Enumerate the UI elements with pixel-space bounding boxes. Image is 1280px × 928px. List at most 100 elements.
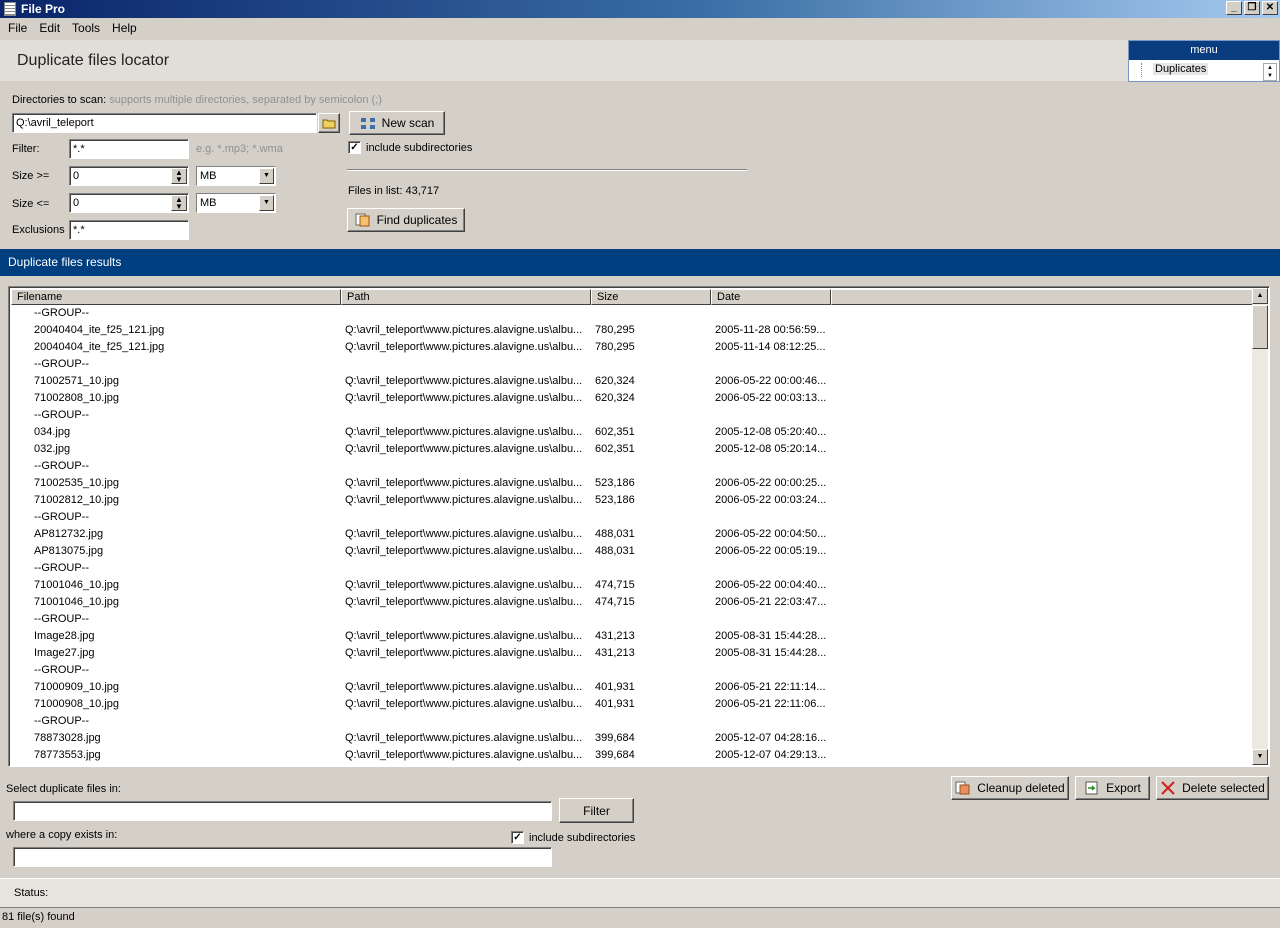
cleanup-deleted-button[interactable]: Cleanup deleted	[951, 776, 1069, 800]
group-separator-row[interactable]: --GROUP--	[11, 305, 1253, 322]
size-max-label: Size <=	[12, 198, 50, 210]
cell-filename: AP812732.jpg	[34, 528, 104, 540]
maximize-icon[interactable]: ❐	[1244, 1, 1260, 15]
cell-size: 602,351	[595, 426, 635, 438]
size-max-value: 0	[73, 197, 80, 209]
filter-input[interactable]	[69, 139, 189, 159]
cell-date: 2005-08-31 15:44:28...	[715, 647, 827, 659]
app-icon	[4, 2, 16, 16]
scroll-up-icon[interactable]: ▲	[1252, 288, 1268, 304]
menu-file[interactable]: File	[2, 21, 33, 35]
include-subdirectories-checkbox[interactable]: ✓	[348, 141, 361, 154]
find-duplicates-button[interactable]: Find duplicates	[347, 208, 465, 232]
folder-icon	[322, 119, 336, 129]
directories-label-text: Directories to scan:	[12, 94, 107, 106]
table-row[interactable]: AP812732.jpg Q:\avril_teleport\www.pictur…	[11, 526, 1253, 543]
close-icon[interactable]: ✕	[1262, 1, 1278, 15]
size-min-value: 0	[73, 170, 80, 182]
copy-exists-input[interactable]	[13, 847, 552, 867]
minimize-icon[interactable]: _	[1226, 1, 1242, 15]
table-row[interactable]: 71002812_10.jpg Q:\avril_teleport\www.pic…	[11, 492, 1253, 509]
table-row[interactable]: 71002571_10.jpg Q:\avril_teleport\www.pic…	[11, 373, 1253, 390]
cell-filename: 78873028.jpg	[34, 732, 101, 744]
column-header-date[interactable]: Date	[711, 289, 831, 305]
size-min-input[interactable]: 0 ▲ ▼	[69, 166, 189, 186]
menu-edit[interactable]: Edit	[33, 21, 66, 35]
cell-filename: 20040404_ite_f25_121.jpg	[34, 341, 165, 353]
cell-path: Q:\avril_teleport\www.pictures.alavigne.…	[345, 647, 583, 659]
menu-tools[interactable]: Tools	[66, 21, 106, 35]
table-row[interactable]: Image27.jpg Q:\avril_teleport\www.picture…	[11, 645, 1253, 662]
table-row[interactable]: 71002535_10.jpg Q:\avril_teleport\www.pic…	[11, 475, 1253, 492]
scan-icon	[360, 118, 375, 129]
table-row[interactable]: AP813075.jpg Q:\avril_teleport\www.pictur…	[11, 543, 1253, 560]
new-scan-button[interactable]: New scan	[349, 111, 445, 135]
table-row[interactable]: 71001046_10.jpg Q:\avril_teleport\www.pic…	[11, 577, 1253, 594]
group-separator-row[interactable]: --GROUP--	[11, 509, 1253, 526]
group-separator-row[interactable]: --GROUP--	[11, 356, 1253, 373]
size-min-unit-select[interactable]: MB ▼	[196, 166, 276, 186]
status-label: Status:	[14, 887, 49, 899]
cell-size: 602,351	[595, 443, 635, 455]
cell-filename: --GROUP--	[34, 409, 89, 421]
cell-size: 474,715	[595, 579, 635, 591]
table-row[interactable]: 78873028.jpg Q:\avril_teleport\www.pictur…	[11, 730, 1253, 747]
results-column-headers: Filename Path Size Date	[11, 289, 1255, 305]
table-row[interactable]: 71000908_10.jpg Q:\avril_teleport\www.pic…	[11, 696, 1253, 713]
table-row[interactable]: 71000909_10.jpg Q:\avril_teleport\www.pic…	[11, 679, 1253, 696]
export-button[interactable]: Export	[1075, 776, 1150, 800]
chevron-down-icon[interactable]: ▼	[259, 195, 274, 211]
group-separator-row[interactable]: --GROUP--	[11, 560, 1253, 577]
selection-include-subdirectories-checkbox[interactable]: ✓	[511, 831, 524, 844]
cell-date: 2006-05-22 00:03:13...	[715, 392, 827, 404]
cell-filename: --GROUP--	[34, 460, 89, 472]
include-subdirectories-label: include subdirectories	[366, 142, 473, 154]
cell-path: Q:\avril_teleport\www.pictures.alavigne.…	[345, 545, 583, 557]
size-max-stepper[interactable]: ▲ ▼	[171, 195, 187, 211]
results-scrollbar[interactable]: ▲ ▼	[1252, 288, 1268, 765]
cell-filename: --GROUP--	[34, 715, 89, 727]
table-row[interactable]: 20040404_ite_f25_121.jpg Q:\avril_telepor…	[11, 322, 1253, 339]
column-header-filename[interactable]: Filename	[11, 289, 341, 305]
table-row[interactable]: 20040404_ite_f25_121.jpg Q:\avril_telepor…	[11, 339, 1253, 356]
cell-size: 474,715	[595, 596, 635, 608]
select-in-input[interactable]	[13, 801, 552, 821]
group-separator-row[interactable]: --GROUP--	[11, 458, 1253, 475]
browse-folder-button[interactable]	[318, 113, 340, 133]
size-min-stepper[interactable]: ▲ ▼	[171, 168, 187, 184]
delete-selected-label: Delete selected	[1182, 781, 1265, 795]
cell-path: Q:\avril_teleport\www.pictures.alavigne.…	[345, 732, 583, 744]
cell-size: 401,931	[595, 681, 635, 693]
side-menu-scroll[interactable]: ▲ ▼	[1263, 63, 1277, 81]
filter-button[interactable]: Filter	[559, 798, 634, 823]
table-row[interactable]: 78773553.jpg Q:\avril_teleport\www.pictur…	[11, 747, 1253, 764]
menu-help[interactable]: Help	[106, 21, 143, 35]
results-rows: --GROUP-- 20040404_ite_f25_121.jpg Q:\avri…	[11, 305, 1253, 764]
table-row[interactable]: 034.jpg Q:\avril_teleport\www.pictures.al…	[11, 424, 1253, 441]
scrollbar-thumb[interactable]	[1252, 305, 1268, 349]
cell-filename: 71000909_10.jpg	[34, 681, 120, 693]
table-row[interactable]: 71002808_10.jpg Q:\avril_teleport\www.pic…	[11, 390, 1253, 407]
table-row[interactable]: 032.jpg Q:\avril_teleport\www.pictures.al…	[11, 441, 1253, 458]
copy-exists-label: where a copy exists in:	[6, 829, 118, 841]
cell-path: Q:\avril_teleport\www.pictures.alavigne.…	[345, 698, 583, 710]
table-row[interactable]: Image28.jpg Q:\avril_teleport\www.picture…	[11, 628, 1253, 645]
group-separator-row[interactable]: --GROUP--	[11, 407, 1253, 424]
size-max-input[interactable]: 0 ▲ ▼	[69, 193, 189, 213]
table-row[interactable]: 71001046_10.jpg Q:\avril_teleport\www.pic…	[11, 594, 1253, 611]
cell-filename: --GROUP--	[34, 562, 89, 574]
exclusions-input[interactable]	[69, 220, 189, 240]
results-list[interactable]: Filename Path Size Date --GROUP-- 2004040…	[8, 286, 1270, 767]
group-separator-row[interactable]: --GROUP--	[11, 713, 1253, 730]
column-header-size[interactable]: Size	[591, 289, 711, 305]
group-separator-row[interactable]: --GROUP--	[11, 662, 1253, 679]
delete-icon	[1161, 781, 1175, 795]
group-separator-row[interactable]: --GROUP--	[11, 611, 1253, 628]
delete-selected-button[interactable]: Delete selected	[1156, 776, 1269, 800]
column-header-path[interactable]: Path	[341, 289, 591, 305]
side-menu-item-duplicates[interactable]: Duplicates	[1153, 63, 1209, 75]
size-max-unit-select[interactable]: MB ▼	[196, 193, 276, 213]
scroll-down-icon[interactable]: ▼	[1252, 749, 1268, 765]
chevron-down-icon[interactable]: ▼	[259, 168, 274, 184]
directories-input[interactable]	[12, 113, 317, 133]
